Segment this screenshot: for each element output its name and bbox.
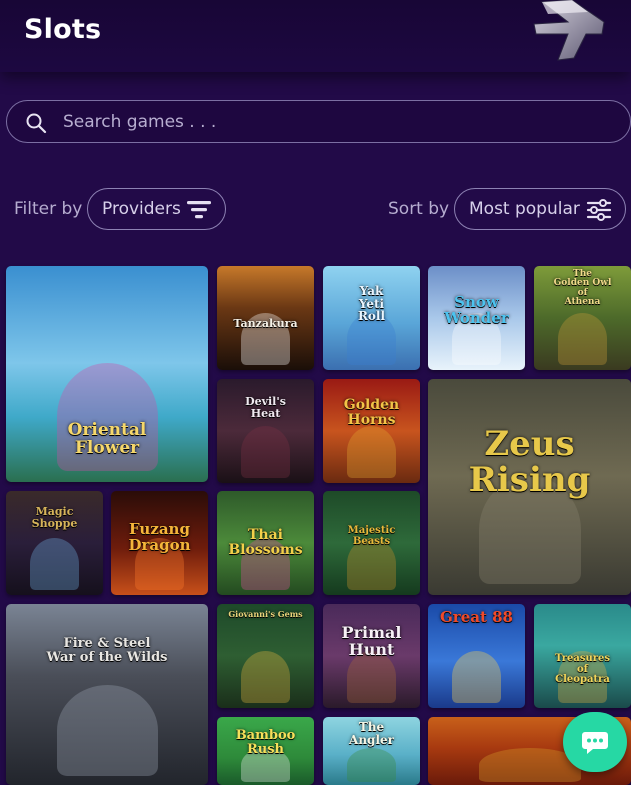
chat-icon: [582, 732, 608, 754]
game-title-line: Horns: [347, 411, 396, 428]
game-artwork: [558, 313, 607, 365]
filter-icon: [187, 201, 211, 219]
game-title-line: Yak: [359, 284, 384, 298]
game-tile-angler[interactable]: The Angler: [323, 717, 420, 785]
game-title-line: Cleopatra: [555, 674, 610, 685]
game-tile-magic-shoppe[interactable]: Magic Shoppe: [6, 491, 103, 595]
providers-filter-label: Providers: [102, 199, 181, 219]
game-title: Devil's Heat: [219, 396, 312, 419]
top-bar: Slots: [0, 0, 631, 72]
game-tile-tanzakura[interactable]: Tanzakura: [217, 266, 314, 370]
game-title: Magic Shoppe: [8, 506, 101, 529]
game-tile-thai-blossoms[interactable]: Thai Blossoms: [217, 491, 314, 595]
game-title: Tanzakura: [219, 318, 312, 330]
game-title: Treasures of Cleopatra: [536, 653, 629, 686]
game-title: Thai Blossoms: [219, 528, 312, 557]
game-tile-zeus-rising[interactable]: Zeus Rising: [428, 379, 631, 595]
search-icon: [26, 113, 47, 134]
game-title-line: Rising: [468, 459, 591, 500]
game-title-line: Hunt: [348, 639, 395, 659]
game-title-line: Golden: [343, 397, 400, 413]
game-title: The Angler: [325, 721, 418, 746]
game-artwork: [452, 651, 501, 703]
game-title: Golden Horns: [325, 398, 418, 427]
game-title: Yak Yeti Roll: [325, 285, 418, 323]
game-title-line: Magic: [35, 505, 74, 518]
game-title: Zeus Rising: [430, 424, 629, 500]
search-input[interactable]: [63, 107, 603, 137]
game-title-line: The: [358, 720, 385, 734]
game-artwork: [347, 748, 396, 782]
game-title-line: Treasures: [555, 653, 610, 664]
sort-selected-label: Most popular: [469, 199, 580, 219]
game-artwork: [57, 685, 158, 776]
game-tile-primal-hunt[interactable]: Primal Hunt: [323, 604, 420, 708]
game-artwork: [241, 426, 290, 478]
game-title-line: Rush: [246, 741, 285, 757]
game-title-line: Majestic: [347, 525, 396, 536]
page-title: Slots: [24, 14, 102, 45]
game-tile-great-88[interactable]: Great 88: [428, 604, 525, 708]
game-title: Snow Wonder: [430, 294, 523, 327]
game-title: Primal Hunt: [325, 624, 418, 659]
game-title-line: Bamboo: [235, 728, 296, 743]
game-title-line: Shoppe: [31, 516, 78, 530]
game-title-line: Athena: [564, 297, 601, 308]
game-tile-bamboo-rush[interactable]: Bamboo Rush: [217, 717, 314, 785]
game-title-line: Fire & Steel: [63, 636, 151, 651]
sort-dropdown-button[interactable]: Most popular: [454, 188, 626, 230]
search-bar[interactable]: [6, 100, 631, 143]
game-title-line: Blossoms: [228, 541, 303, 558]
game-title: Bamboo Rush: [219, 729, 312, 756]
game-tile-devils-heat[interactable]: Devil's Heat: [217, 379, 314, 483]
game-tile-yak-yeti-roll[interactable]: Yak Yeti Roll: [323, 266, 420, 370]
game-tile-fire-steel[interactable]: Fire & Steel War of the Wilds: [6, 604, 208, 785]
game-tile-golden-owl-athena[interactable]: The Golden Owl of Athena: [534, 266, 631, 370]
game-title: Great 88: [430, 608, 523, 626]
game-title-line: Dragon: [128, 535, 191, 554]
game-tile-golden-horns[interactable]: Golden Horns: [323, 379, 420, 483]
game-title-line: Beasts: [352, 535, 391, 547]
game-tile-oriental-flower[interactable]: Oriental Flower: [6, 266, 208, 482]
game-title-line: Great 88: [439, 608, 513, 626]
game-title: Giovanni's Gems: [219, 609, 312, 619]
game-title-line: Wonder: [444, 308, 509, 327]
game-tile-fuzang-dragon[interactable]: Fuzang Dragon: [111, 491, 208, 595]
providers-filter-button[interactable]: Providers: [87, 188, 226, 230]
game-title-line: Angler: [349, 732, 394, 747]
game-artwork: [241, 651, 290, 703]
game-title-line: Flower: [74, 437, 140, 458]
game-artwork: [347, 426, 396, 478]
game-artwork: [30, 538, 79, 590]
game-title: Majestic Beasts: [325, 525, 418, 547]
game-title-line: Devil's: [245, 395, 286, 408]
game-title-line: Tanzakura: [233, 317, 298, 330]
game-tile-snow-wonder[interactable]: Snow Wonder: [428, 266, 525, 370]
game-tile-treasures-cleopatra[interactable]: Treasures of Cleopatra: [534, 604, 631, 708]
live-chat-button[interactable]: [563, 712, 627, 772]
game-title: The Golden Owl of Athena: [536, 269, 629, 308]
sort-label: Sort by: [388, 199, 450, 219]
game-title: Fuzang Dragon: [113, 521, 206, 554]
game-title-line: Heat: [250, 406, 281, 420]
game-title: Oriental Flower: [8, 421, 206, 458]
game-title-line: Roll: [357, 309, 386, 324]
brand-logo[interactable]: [528, 0, 608, 66]
game-title-line: War of the Wilds: [46, 649, 168, 665]
sliders-icon: [586, 199, 612, 221]
game-tile-majestic-beasts[interactable]: Majestic Beasts: [323, 491, 420, 595]
game-tile-giovannis-gems[interactable]: Giovanni's Gems: [217, 604, 314, 708]
filter-label: Filter by: [14, 199, 83, 219]
game-title-line: Zeus: [484, 424, 575, 464]
game-title: Fire & Steel War of the Wilds: [8, 637, 206, 664]
game-title-line: Thai: [248, 527, 283, 543]
game-title-line: Giovanni's Gems: [228, 609, 303, 619]
